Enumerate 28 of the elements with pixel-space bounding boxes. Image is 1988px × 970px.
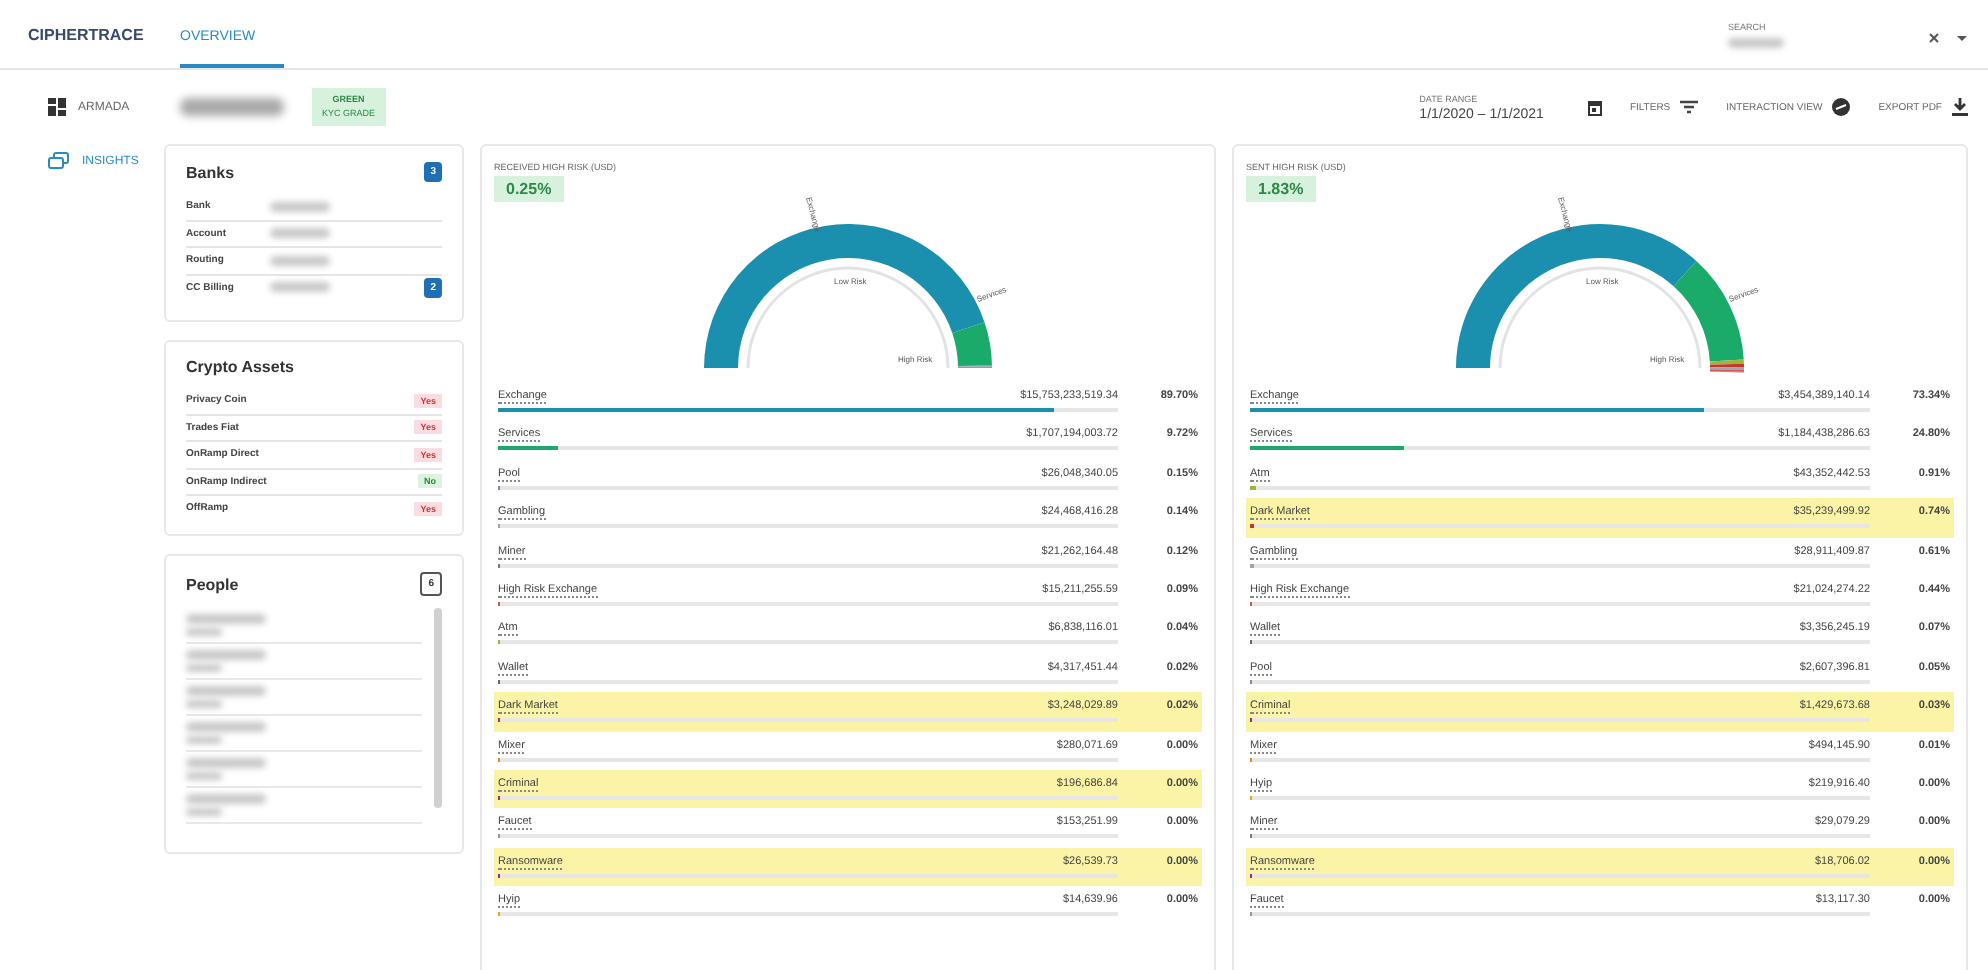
card-title: Banks (186, 163, 235, 181)
blurred-text (180, 98, 284, 116)
blurred-text (270, 255, 330, 266)
scrollbar[interactable] (434, 608, 442, 808)
blurred-text (186, 794, 266, 804)
filter-icon (1680, 100, 1699, 114)
calendar-icon[interactable] (1587, 99, 1602, 115)
brand-logo: CIPHERTRACE (28, 26, 146, 48)
dropdown-caret-icon[interactable] (1956, 32, 1968, 44)
blurred-text (186, 650, 266, 660)
blurred-text (270, 282, 330, 293)
blurred-text (186, 686, 266, 696)
minor-segments-drawing (1709, 359, 1744, 373)
clear-icon[interactable] (1928, 32, 1940, 44)
blurred-text (270, 201, 330, 212)
card-title: Crypto Assets (186, 358, 294, 376)
risk-value-badge: 0.25% (494, 176, 564, 202)
cards-icon (48, 152, 70, 170)
swap-icon (1832, 98, 1851, 116)
risk-value-badge: 1.83% (1246, 176, 1316, 202)
blurred-text (1728, 38, 1784, 48)
blurred-text (186, 722, 266, 732)
grid-icon (48, 98, 66, 116)
blurred-text (270, 228, 330, 239)
download-icon (1952, 98, 1968, 116)
blurred-text (186, 614, 266, 624)
card-title: People (186, 575, 239, 593)
blurred-text (186, 758, 266, 768)
